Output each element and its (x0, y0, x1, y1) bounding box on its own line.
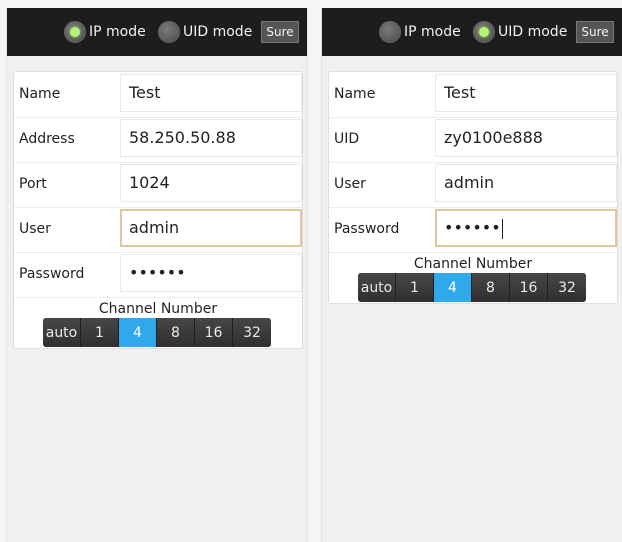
address-label: Address (19, 131, 75, 147)
channel-option-4[interactable]: 4 (119, 318, 157, 347)
ip-mode-label: IP mode (404, 24, 461, 40)
ip-mode-radio[interactable]: IP mode (379, 21, 461, 43)
channel-option-16[interactable]: 16 (510, 273, 548, 302)
form-row-address: Address 58.250.50.88 (14, 117, 302, 162)
form-row-name: Name Test (329, 72, 617, 117)
mode-toolbar: IP mode UID mode Sure (322, 8, 622, 56)
text-cursor (501, 218, 503, 239)
channel-option-4[interactable]: 4 (434, 273, 472, 302)
password-label: Password (334, 221, 400, 237)
channel-segmented-control: auto 1 4 8 16 32 (358, 273, 586, 302)
mode-toolbar: IP mode UID mode Sure (7, 8, 307, 56)
device-form-card: Name Test Address 58.250.50.88 Port 1024… (13, 71, 303, 349)
password-dots: •••••• (444, 218, 501, 237)
form-row-name: Name Test (14, 72, 302, 117)
form-row-port: Port 1024 (14, 162, 302, 207)
uid-mode-label: UID mode (498, 24, 568, 40)
channel-option-8[interactable]: 8 (472, 273, 510, 302)
screen-uid-mode: IP mode UID mode Sure Name Test UID zy01… (321, 8, 622, 542)
uid-label: UID (334, 131, 360, 147)
user-input[interactable]: admin (120, 209, 302, 247)
password-input[interactable]: •••••• (435, 209, 617, 247)
ip-mode-label: IP mode (89, 24, 146, 40)
channel-option-auto[interactable]: auto (358, 273, 396, 302)
ip-mode-radio[interactable]: IP mode (64, 21, 146, 43)
channel-option-1[interactable]: 1 (396, 273, 434, 302)
uid-mode-radio[interactable]: UID mode (473, 21, 567, 43)
password-label: Password (19, 266, 85, 282)
form-row-password: Password •••••• (14, 252, 302, 297)
channel-option-auto[interactable]: auto (43, 318, 81, 347)
user-input[interactable]: admin (435, 164, 617, 202)
device-form-card: Name Test UID zy0100e888 User admin Pass… (328, 71, 618, 304)
name-input[interactable]: Test (120, 74, 302, 112)
channel-option-16[interactable]: 16 (195, 318, 233, 347)
form-row-user: User admin (14, 207, 302, 252)
radio-selected-icon (473, 21, 495, 43)
channel-option-1[interactable]: 1 (81, 318, 119, 347)
channel-option-32[interactable]: 32 (548, 273, 586, 302)
uid-mode-radio[interactable]: UID mode (158, 21, 252, 43)
divider (329, 252, 617, 253)
sure-button[interactable]: Sure (261, 21, 299, 43)
channel-option-32[interactable]: 32 (233, 318, 271, 347)
port-label: Port (19, 176, 47, 192)
form-row-password: Password •••••• (329, 207, 617, 252)
user-label: User (19, 221, 51, 237)
password-input[interactable]: •••••• (120, 254, 302, 292)
screen-ip-mode: IP mode UID mode Sure Name Test Address … (6, 8, 308, 542)
uid-mode-label: UID mode (183, 24, 253, 40)
uid-input[interactable]: zy0100e888 (435, 119, 617, 157)
port-input[interactable]: 1024 (120, 164, 302, 202)
radio-unselected-icon (379, 21, 401, 43)
name-label: Name (19, 86, 61, 102)
address-input[interactable]: 58.250.50.88 (120, 119, 302, 157)
radio-selected-icon (64, 21, 86, 43)
form-row-uid: UID zy0100e888 (329, 117, 617, 162)
channel-option-8[interactable]: 8 (157, 318, 195, 347)
divider (14, 297, 302, 298)
sure-button[interactable]: Sure (576, 21, 614, 43)
channel-number-title: Channel Number (98, 301, 218, 317)
form-row-user: User admin (329, 162, 617, 207)
user-label: User (334, 176, 366, 192)
channel-number-title: Channel Number (413, 256, 533, 272)
channel-segmented-control: auto 1 4 8 16 32 (43, 318, 271, 347)
name-input[interactable]: Test (435, 74, 617, 112)
name-label: Name (334, 86, 376, 102)
radio-unselected-icon (158, 21, 180, 43)
